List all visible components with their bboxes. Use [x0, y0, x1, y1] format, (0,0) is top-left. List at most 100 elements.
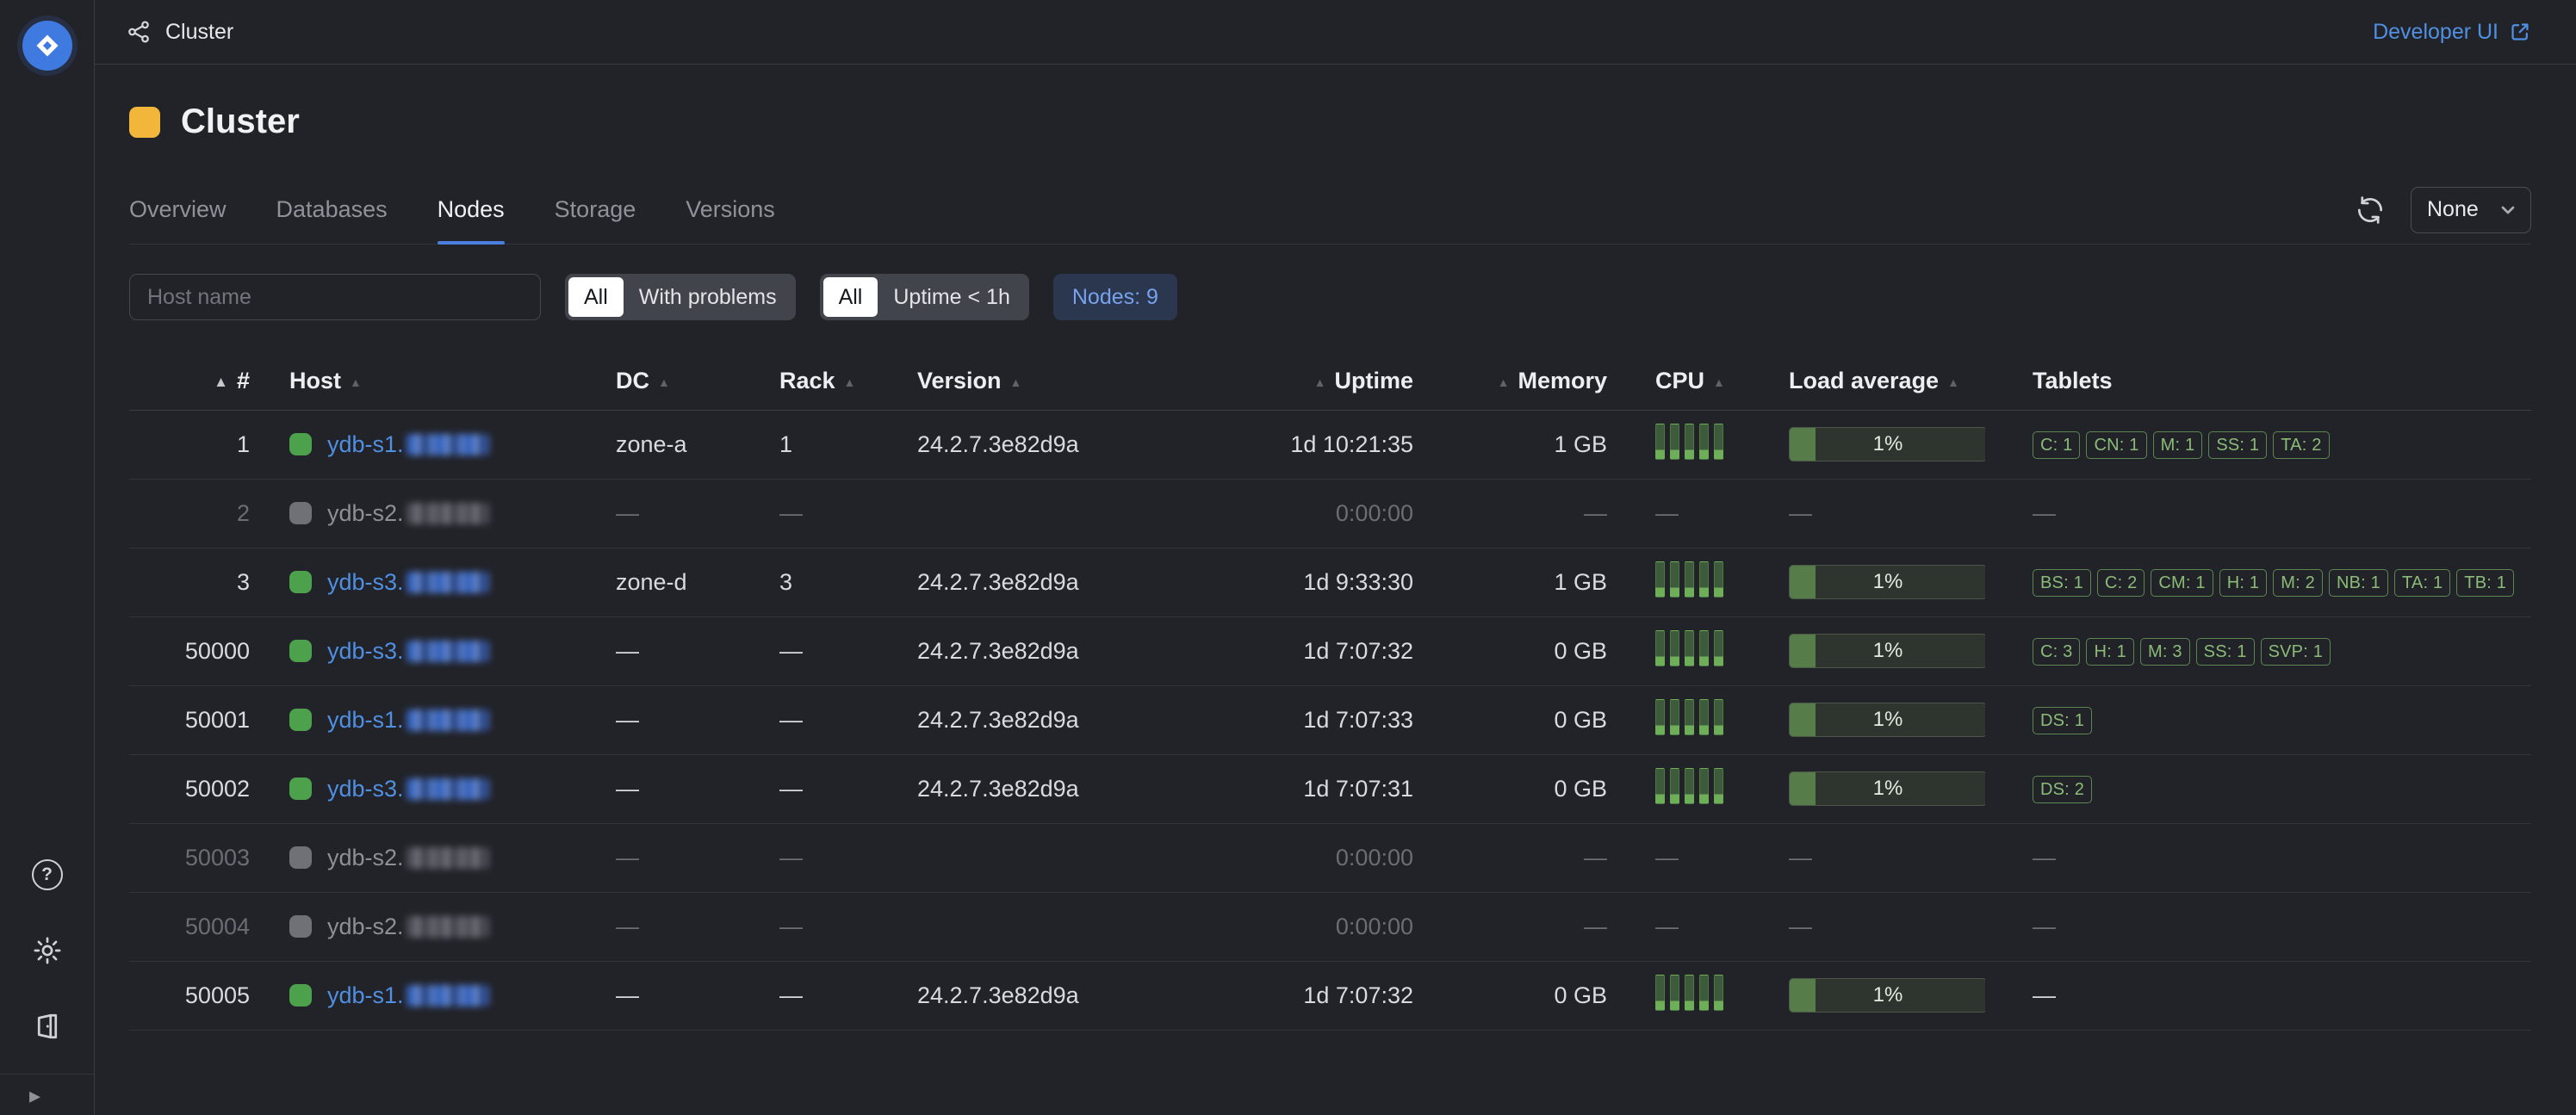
column-header-load-average[interactable]: Load average▲ [1770, 353, 1985, 410]
tabs-right-controls: None [2350, 187, 2531, 233]
problems-filter-with-problems[interactable]: With problems [624, 277, 792, 317]
host-name-input[interactable] [129, 274, 541, 320]
node-row: 50005ydb-s1.——24.2.7.3e82d9a1d 7:07:320 … [129, 961, 2531, 1030]
host-link[interactable]: ydb-s1. [327, 982, 404, 1008]
tablet-badge[interactable]: M: 3 [2140, 638, 2190, 666]
tab-databases[interactable]: Databases [276, 176, 388, 244]
load-average-fill [1790, 772, 1816, 805]
tablet-badge[interactable]: SS: 1 [2208, 431, 2267, 459]
cpu-bar [1699, 561, 1709, 598]
help-icon[interactable]: ? [29, 857, 65, 893]
tablet-badge[interactable]: CN: 1 [2086, 431, 2146, 459]
column-label: Host [289, 368, 341, 393]
cell-version: 24.2.7.3e82d9a [917, 616, 1245, 685]
refresh-button[interactable] [2350, 190, 2390, 230]
tablet-badge[interactable]: BS: 1 [2033, 569, 2091, 597]
tablet-badge[interactable]: TA: 2 [2273, 431, 2329, 459]
node-status-indicator [289, 915, 312, 938]
cell-cpu [1628, 410, 1770, 479]
cell-cpu: — [1628, 892, 1770, 961]
tablet-badge[interactable]: H: 1 [2219, 569, 2267, 597]
cell-tablets: DS: 1 [1985, 685, 2531, 754]
filters-row: All With problems All Uptime < 1h Nodes:… [129, 274, 2531, 320]
cell-host: ydb-s2. [258, 479, 616, 548]
column-header-memory[interactable]: ▲Memory [1443, 353, 1628, 410]
cpu-bar [1685, 561, 1694, 598]
host-link[interactable]: ydb-s3. [327, 638, 404, 664]
cell-version [917, 892, 1245, 961]
tablet-badge[interactable]: C: 1 [2033, 431, 2080, 459]
cpu-bar [1670, 630, 1679, 666]
tablet-badge[interactable]: SS: 1 [2196, 638, 2255, 666]
uptime-filter-lt-1h[interactable]: Uptime < 1h [878, 277, 1026, 317]
sort-icon: ▲ [1947, 375, 1959, 389]
sort-icon: ▲ [350, 375, 362, 389]
column-header-cpu[interactable]: CPU▲ [1628, 353, 1770, 410]
column-header-rack[interactable]: Rack ▲ [779, 353, 917, 410]
column-header-tablets[interactable]: Tablets [1985, 353, 2531, 410]
cell-load-average: 1% [1770, 548, 1985, 616]
cell-dc: zone-d [616, 548, 779, 616]
cell-tablets: C: 1CN: 1M: 1SS: 1TA: 2 [1985, 410, 2531, 479]
autorefresh-select[interactable]: None [2411, 187, 2531, 233]
tablet-badge[interactable]: TB: 1 [2456, 569, 2514, 597]
cpu-bar [1699, 699, 1709, 735]
tablet-badge[interactable]: M: 2 [2273, 569, 2323, 597]
cluster-nodes-icon [126, 19, 152, 45]
problems-filter-all[interactable]: All [568, 277, 624, 317]
tablet-badge[interactable]: TA: 1 [2394, 569, 2450, 597]
ydb-logo[interactable] [22, 21, 72, 71]
tab-overview[interactable]: Overview [129, 176, 227, 244]
host-link[interactable]: ydb-s1. [327, 431, 404, 457]
column-label: Rack [779, 368, 835, 393]
load-average-fill [1790, 428, 1816, 461]
tablet-badge[interactable]: C: 3 [2033, 638, 2080, 666]
settings-gear-icon[interactable] [29, 932, 65, 969]
tab-nodes[interactable]: Nodes [438, 176, 505, 244]
host-link[interactable]: ydb-s3. [327, 569, 404, 595]
host-link[interactable]: ydb-s1. [327, 707, 404, 733]
tablet-badge[interactable]: CM: 1 [2151, 569, 2213, 597]
load-average-fill [1790, 979, 1816, 1012]
sidebar-expand-icon[interactable]: ▸ [29, 1084, 40, 1106]
tablet-badge[interactable]: DS: 2 [2033, 776, 2092, 803]
column-header-version[interactable]: Version▲ [917, 353, 1245, 410]
column-header-dc[interactable]: DC▲ [616, 353, 779, 410]
cpu-usage-meter [1655, 699, 1723, 735]
tablet-badge[interactable]: DS: 1 [2033, 707, 2092, 734]
tablet-badge[interactable]: H: 1 [2086, 638, 2133, 666]
cell-dc: — [616, 823, 779, 892]
tablet-badge[interactable]: C: 2 [2097, 569, 2145, 597]
tab-versions[interactable]: Versions [686, 176, 775, 244]
cell-tablets: DS: 2 [1985, 754, 2531, 823]
node-status-indicator [289, 433, 312, 455]
cell-host: ydb-s3. [258, 548, 616, 616]
cell-node-id: 2 [129, 479, 258, 548]
load-average-value: 1% [1873, 983, 1903, 1007]
censored-host-suffix [407, 434, 489, 455]
chevron-down-icon [2498, 200, 2518, 220]
developer-ui-link[interactable]: Developer UI [2373, 20, 2531, 45]
cpu-bar [1655, 975, 1665, 1011]
column-header-uptime[interactable]: ▲Uptime [1245, 353, 1443, 410]
node-row: 50003ydb-s2.——0:00:00———— [129, 823, 2531, 892]
node-row: 3ydb-s3.zone-d324.2.7.3e82d9a1d 9:33:301… [129, 548, 2531, 616]
tablet-badge[interactable]: M: 1 [2153, 431, 2203, 459]
censored-host-suffix [407, 985, 489, 1007]
cell-version [917, 479, 1245, 548]
cpu-bar [1655, 768, 1665, 804]
host-link[interactable]: ydb-s3. [327, 776, 404, 802]
cell-cpu: — [1628, 479, 1770, 548]
tablet-badge[interactable]: NB: 1 [2329, 569, 2388, 597]
cell-dc: — [616, 754, 779, 823]
sort-icon: ▲ [844, 375, 856, 389]
tablet-badge[interactable]: SVP: 1 [2261, 638, 2331, 666]
breadcrumb-label[interactable]: Cluster [165, 20, 233, 45]
sidebar-footer: ▸ [0, 1074, 94, 1115]
column-header-col[interactable]: ▲# [129, 353, 258, 410]
tab-storage[interactable]: Storage [555, 176, 636, 244]
column-header-host[interactable]: Host ▲ [258, 353, 616, 410]
cell-tablets: — [1985, 823, 2531, 892]
exit-door-icon[interactable] [29, 1008, 65, 1044]
uptime-filter-all[interactable]: All [823, 277, 878, 317]
